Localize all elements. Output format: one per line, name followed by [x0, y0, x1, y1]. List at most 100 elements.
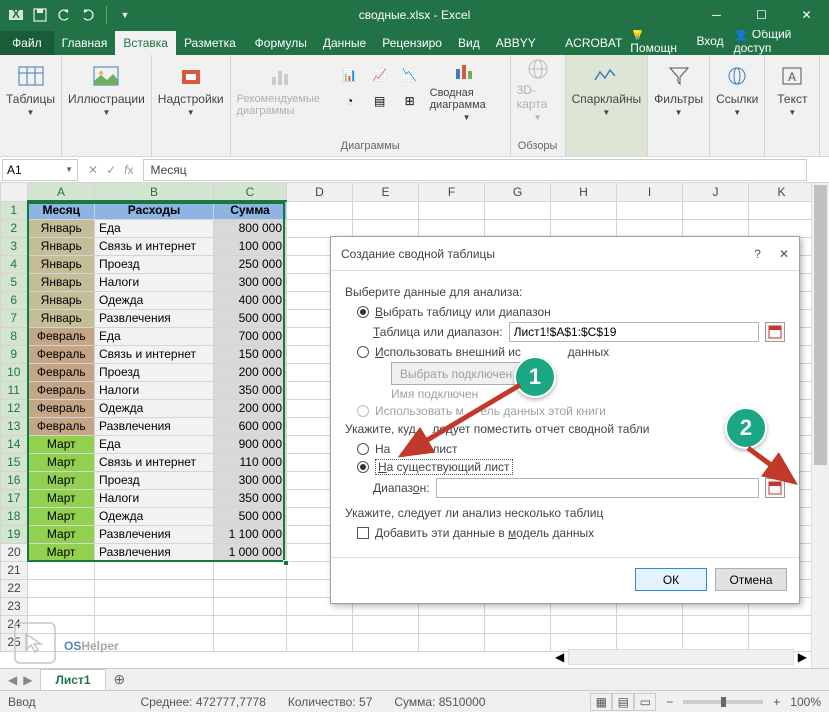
- cell[interactable]: [419, 633, 485, 651]
- share-button[interactable]: 👤 Общий доступ: [734, 27, 819, 55]
- cell[interactable]: 500 000: [214, 507, 287, 525]
- cell[interactable]: Налоги: [95, 381, 214, 399]
- illustrations-button[interactable]: Иллюстрации▼: [68, 57, 145, 122]
- cell[interactable]: Январь: [28, 237, 95, 255]
- cell[interactable]: Март: [28, 453, 95, 471]
- location-range-picker-icon[interactable]: [765, 478, 785, 498]
- view-layout-icon[interactable]: ▤: [612, 693, 634, 711]
- row-header[interactable]: 20: [1, 543, 28, 561]
- cell[interactable]: [419, 219, 485, 237]
- cancel-button[interactable]: Отмена: [715, 568, 787, 591]
- cell[interactable]: Еда: [95, 327, 214, 345]
- row-header[interactable]: 19: [1, 525, 28, 543]
- cell[interactable]: Февраль: [28, 417, 95, 435]
- cell[interactable]: Еда: [95, 219, 214, 237]
- cell[interactable]: Февраль: [28, 381, 95, 399]
- ok-button[interactable]: ОК: [635, 568, 707, 591]
- cell[interactable]: 500 000: [214, 309, 287, 327]
- column-header[interactable]: F: [419, 183, 485, 201]
- view-break-icon[interactable]: ▭: [634, 693, 656, 711]
- tab-data[interactable]: Данные: [315, 31, 374, 55]
- cell[interactable]: Одежда: [95, 507, 214, 525]
- cell[interactable]: [353, 615, 419, 633]
- dialog-close-icon[interactable]: ✕: [779, 247, 789, 261]
- cell[interactable]: Связь и интернет: [95, 453, 214, 471]
- column-header[interactable]: I: [617, 183, 683, 201]
- cell[interactable]: 350 000: [214, 489, 287, 507]
- cell[interactable]: 800 000: [214, 219, 287, 237]
- row-header[interactable]: 11: [1, 381, 28, 399]
- cell[interactable]: Февраль: [28, 345, 95, 363]
- cell[interactable]: 400 000: [214, 291, 287, 309]
- row-header[interactable]: 1: [1, 201, 28, 219]
- row-header[interactable]: 5: [1, 273, 28, 291]
- column-header[interactable]: C: [214, 183, 287, 201]
- cell[interactable]: Январь: [28, 309, 95, 327]
- cell[interactable]: [214, 615, 287, 633]
- sheet-tab[interactable]: Лист1: [40, 669, 105, 690]
- cell[interactable]: Март: [28, 507, 95, 525]
- tab-file[interactable]: Файл: [0, 31, 54, 55]
- save-icon[interactable]: [30, 5, 50, 25]
- row-header[interactable]: 16: [1, 471, 28, 489]
- chart-type-icon[interactable]: ⊞: [396, 87, 424, 115]
- tab-acrobat[interactable]: ACROBAT: [557, 31, 630, 55]
- radio-external-source[interactable]: Использовать внешний ис данных: [357, 345, 785, 359]
- row-header[interactable]: 21: [1, 561, 28, 579]
- cell[interactable]: [95, 561, 214, 579]
- cell[interactable]: [214, 561, 287, 579]
- cell[interactable]: Налоги: [95, 489, 214, 507]
- cell[interactable]: [28, 579, 95, 597]
- view-normal-icon[interactable]: ▦: [590, 693, 612, 711]
- cell[interactable]: Проезд: [95, 471, 214, 489]
- cell[interactable]: Январь: [28, 255, 95, 273]
- zoom-in-icon[interactable]: +: [773, 695, 780, 709]
- cell[interactable]: 1 000 000: [214, 543, 287, 561]
- sign-in[interactable]: Вход: [696, 34, 723, 48]
- radio-select-range[interactable]: Выбрать таблицу или диапазон: [357, 305, 785, 319]
- cell[interactable]: [214, 579, 287, 597]
- tab-review[interactable]: Рецензиро: [374, 31, 450, 55]
- cell[interactable]: [95, 579, 214, 597]
- cell[interactable]: [683, 615, 749, 633]
- tab-layout[interactable]: Разметка с: [176, 31, 247, 55]
- cell[interactable]: Развлечения: [95, 543, 214, 561]
- links-button[interactable]: Ссылки▼: [716, 57, 758, 122]
- tab-home[interactable]: Главная: [54, 31, 116, 55]
- cell[interactable]: Развлечения: [95, 309, 214, 327]
- column-header[interactable]: K: [749, 183, 815, 201]
- cell[interactable]: [214, 633, 287, 651]
- zoom-slider[interactable]: [683, 700, 763, 704]
- cell[interactable]: 700 000: [214, 327, 287, 345]
- sheet-nav-prev-icon[interactable]: ◀: [8, 673, 17, 687]
- selection-handle[interactable]: [283, 560, 289, 566]
- cell[interactable]: 900 000: [214, 435, 287, 453]
- zoom-out-icon[interactable]: −: [666, 695, 673, 709]
- location-range-input[interactable]: [436, 478, 759, 498]
- cell[interactable]: [353, 633, 419, 651]
- column-header[interactable]: H: [551, 183, 617, 201]
- tell-me[interactable]: 💡 Помощн: [630, 27, 686, 55]
- cell[interactable]: [287, 219, 353, 237]
- column-header[interactable]: D: [287, 183, 353, 201]
- cell[interactable]: [617, 615, 683, 633]
- cell[interactable]: Март: [28, 471, 95, 489]
- radio-new-sheet[interactable]: На ый лист: [357, 442, 785, 456]
- row-header[interactable]: 12: [1, 399, 28, 417]
- maximize-button[interactable]: ☐: [739, 0, 784, 30]
- cell[interactable]: [214, 597, 287, 615]
- cell[interactable]: 200 000: [214, 399, 287, 417]
- table-range-input[interactable]: [509, 322, 759, 342]
- cell[interactable]: Январь: [28, 291, 95, 309]
- row-header[interactable]: 7: [1, 309, 28, 327]
- cell[interactable]: 350 000: [214, 381, 287, 399]
- name-box[interactable]: A1▼: [2, 159, 78, 181]
- range-picker-icon[interactable]: [765, 322, 785, 342]
- cell[interactable]: Февраль: [28, 363, 95, 381]
- row-header[interactable]: 17: [1, 489, 28, 507]
- chart-type-icon[interactable]: ◔: [336, 87, 364, 115]
- cell[interactable]: [749, 219, 815, 237]
- row-header[interactable]: 9: [1, 345, 28, 363]
- cell[interactable]: Март: [28, 525, 95, 543]
- tab-abbyy[interactable]: ABBYY Fin: [488, 31, 557, 55]
